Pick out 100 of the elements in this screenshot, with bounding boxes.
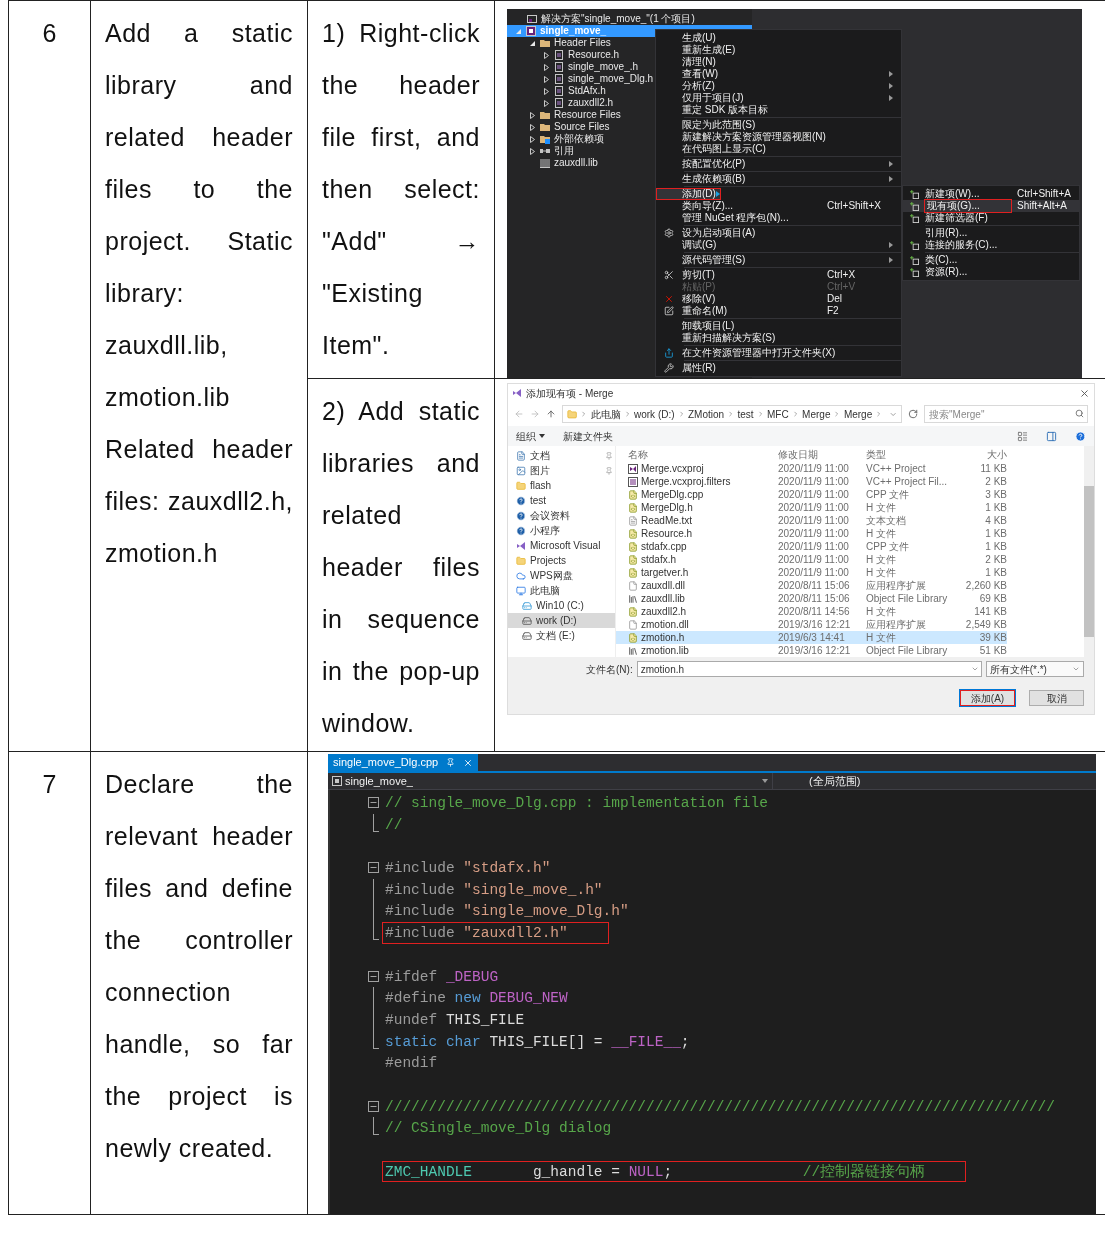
- scrollbar[interactable]: [1084, 446, 1094, 657]
- toolbar-button[interactable]: 新建文件夹: [563, 428, 613, 444]
- file-row[interactable]: zauxdll2.h 2020/8/11 14:56 H 文件 141 KB: [616, 605, 1007, 618]
- menu-item[interactable]: 调试(G): [656, 239, 901, 251]
- fold-collapse-icon[interactable]: [368, 862, 379, 874]
- collapsed-arrow-icon[interactable]: [529, 123, 536, 131]
- address-bar[interactable]: 此电脑 work (D:) ZMotion test MFC Merge Merge: [562, 405, 902, 423]
- collapsed-arrow-icon[interactable]: [529, 135, 536, 143]
- file-row[interactable]: zmotion.h 2019/6/3 14:41 H 文件 39 KB: [616, 631, 1007, 644]
- menu-item[interactable]: 引用(R)...: [903, 227, 1079, 239]
- menu-item[interactable]: 移除(V) Del: [656, 293, 901, 305]
- menu-item[interactable]: 源代码管理(S): [656, 254, 901, 266]
- menu-item[interactable]: 生成依赖项(B): [656, 173, 901, 185]
- menu-item[interactable]: 新建项(W)... Ctrl+Shift+A: [903, 188, 1079, 200]
- column-header[interactable]: 名称: [628, 446, 778, 462]
- column-header[interactable]: 类型: [866, 446, 962, 462]
- menu-item[interactable]: 现有项(G)... Shift+Alt+A: [903, 200, 1079, 212]
- breadcrumb-segment[interactable]: 此电脑: [590, 406, 621, 422]
- nav-item[interactable]: Microsoft Visual: [508, 538, 615, 553]
- file-type-dropdown[interactable]: 所有文件(*.*): [985, 661, 1084, 677]
- menu-item[interactable]: 查看(W): [656, 68, 901, 80]
- preview-pane-icon[interactable]: [1046, 430, 1057, 442]
- menu-item[interactable]: 重新扫描解决方案(S): [656, 332, 901, 344]
- up-arrow-icon[interactable]: [546, 409, 556, 419]
- breadcrumb-segment[interactable]: work (D:): [634, 406, 675, 422]
- file-row[interactable]: zmotion.dll 2019/3/16 12:21 应用程序扩展 2,549 KB: [616, 618, 1007, 631]
- file-row[interactable]: stdafx.h 2020/11/9 11:00 H 文件 2 KB: [616, 553, 1007, 566]
- nav-item[interactable]: 图片: [508, 463, 615, 478]
- file-row[interactable]: MergeDlg.cpp 2020/11/9 11:00 CPP 文件 3 KB: [616, 488, 1007, 501]
- menu-item[interactable]: 新建解决方案资源管理器视图(N): [656, 131, 901, 143]
- menu-item[interactable]: 类(C)...: [903, 254, 1079, 266]
- menu-item[interactable]: 卸载项目(L): [656, 320, 901, 332]
- fold-collapse-icon[interactable]: [368, 797, 379, 808]
- close-icon[interactable]: [1079, 387, 1090, 399]
- menu-item[interactable]: 在代码图上显示(C): [656, 143, 901, 155]
- menu-item[interactable]: 重命名(M) F2: [656, 305, 901, 317]
- editor-tab[interactable]: single_move_Dlg.cpp: [328, 754, 479, 771]
- file-row[interactable]: Merge.vcxproj 2020/11/9 11:00 VC++ Project 11 KB: [616, 462, 1007, 475]
- menu-item[interactable]: 管理 NuGet 程序包(N)...: [656, 212, 901, 224]
- menu-item[interactable]: 重新生成(E): [656, 44, 901, 56]
- fold-collapse-icon[interactable]: [368, 1100, 379, 1112]
- menu-item[interactable]: 重定 SDK 版本目标: [656, 104, 901, 116]
- pin-icon[interactable]: [446, 758, 456, 767]
- file-row[interactable]: Resource.h 2020/11/9 11:00 H 文件 1 KB: [616, 527, 1007, 540]
- file-row[interactable]: zauxdll.lib 2020/8/11 15:06 Object File Library 69 KB: [616, 592, 1007, 605]
- file-row[interactable]: ReadMe.txt 2020/11/9 11:00 文本文档 4 KB: [616, 514, 1007, 527]
- breadcrumb-segment[interactable]: ZMotion: [687, 406, 725, 422]
- nav-item[interactable]: flash: [508, 478, 615, 493]
- nav-item[interactable]: 此电脑: [508, 583, 615, 598]
- column-header[interactable]: 大小: [962, 446, 1007, 462]
- menu-item[interactable]: 添加(D): [656, 188, 721, 200]
- collapsed-arrow-icon[interactable]: [543, 87, 550, 95]
- toolbar-button[interactable]: 组织: [516, 428, 545, 444]
- filename-field[interactable]: zmotion.h: [636, 661, 982, 677]
- help-icon[interactable]: [1075, 430, 1086, 442]
- breadcrumb-segment[interactable]: MFC: [767, 406, 789, 422]
- expanded-arrow-icon[interactable]: [529, 39, 536, 47]
- nav-item[interactable]: test: [508, 493, 615, 508]
- menu-item[interactable]: 连接的服务(C)...: [903, 239, 1079, 251]
- nav-item[interactable]: 文档 (E:): [508, 628, 615, 643]
- menu-item[interactable]: 限定为此范围(S): [656, 119, 901, 131]
- menu-item[interactable]: 属性(R): [656, 362, 901, 374]
- scope-dropdown[interactable]: (全局范围): [773, 773, 897, 789]
- nav-item[interactable]: Win10 (C:): [508, 598, 615, 613]
- dialog-button[interactable]: 添加(A): [960, 689, 1015, 706]
- file-row[interactable]: zauxdll.dll 2020/8/11 15:06 应用程序扩展 2,260 KB: [616, 579, 1007, 592]
- menu-item[interactable]: 清理(N): [656, 56, 901, 68]
- view-options-icon[interactable]: [1017, 430, 1028, 442]
- menu-item[interactable]: 仅用于项目(J): [656, 92, 901, 104]
- menu-item[interactable]: 剪切(T) Ctrl+X: [656, 269, 901, 281]
- nav-item[interactable]: Projects: [508, 553, 615, 568]
- project-dropdown[interactable]: single_move_: [328, 773, 773, 789]
- collapsed-arrow-icon[interactable]: [543, 63, 550, 71]
- breadcrumb-segment[interactable]: Merge: [843, 406, 873, 422]
- file-row[interactable]: stdafx.cpp 2020/11/9 11:00 CPP 文件 1 KB: [616, 540, 1007, 553]
- nav-item[interactable]: work (D:): [508, 613, 615, 628]
- menu-item[interactable]: 设为启动项目(A): [656, 227, 901, 239]
- collapsed-arrow-icon[interactable]: [543, 75, 550, 83]
- file-row[interactable]: targetver.h 2020/11/9 11:00 H 文件 1 KB: [616, 566, 1007, 579]
- nav-item[interactable]: WPS网盘: [508, 568, 615, 583]
- breadcrumb-segment[interactable]: test: [737, 406, 754, 422]
- menu-item[interactable]: 资源(R)...: [903, 266, 1079, 278]
- nav-item[interactable]: 会议资料: [508, 508, 615, 523]
- breadcrumb-segment[interactable]: Merge: [802, 406, 831, 422]
- close-icon[interactable]: [463, 757, 474, 768]
- menu-item[interactable]: 分析(Z): [656, 80, 901, 92]
- menu-item[interactable]: 新建筛选器(F): [903, 212, 1079, 224]
- collapsed-arrow-icon[interactable]: [529, 147, 536, 155]
- collapsed-arrow-icon[interactable]: [543, 51, 550, 59]
- menu-item[interactable]: 按配置优化(P): [656, 158, 901, 170]
- collapsed-arrow-icon[interactable]: [529, 111, 536, 119]
- dialog-button[interactable]: 取消: [1029, 689, 1084, 706]
- file-row[interactable]: zmotion.lib 2019/3/16 12:21 Object File Library 51 KB: [616, 644, 1007, 657]
- menu-item[interactable]: 在文件资源管理器中打开文件夹(X): [656, 347, 901, 359]
- refresh-icon[interactable]: [908, 409, 918, 419]
- column-header[interactable]: 修改日期: [778, 446, 866, 462]
- collapsed-arrow-icon[interactable]: [543, 99, 550, 107]
- search-field[interactable]: 搜索"Merge": [924, 405, 1088, 423]
- file-row[interactable]: Merge.vcxproj.filters 2020/11/9 11:00 VC++ Project Fil... 2 KB: [616, 475, 1007, 488]
- menu-item[interactable]: 类向导(Z)... Ctrl+Shift+X: [656, 200, 901, 212]
